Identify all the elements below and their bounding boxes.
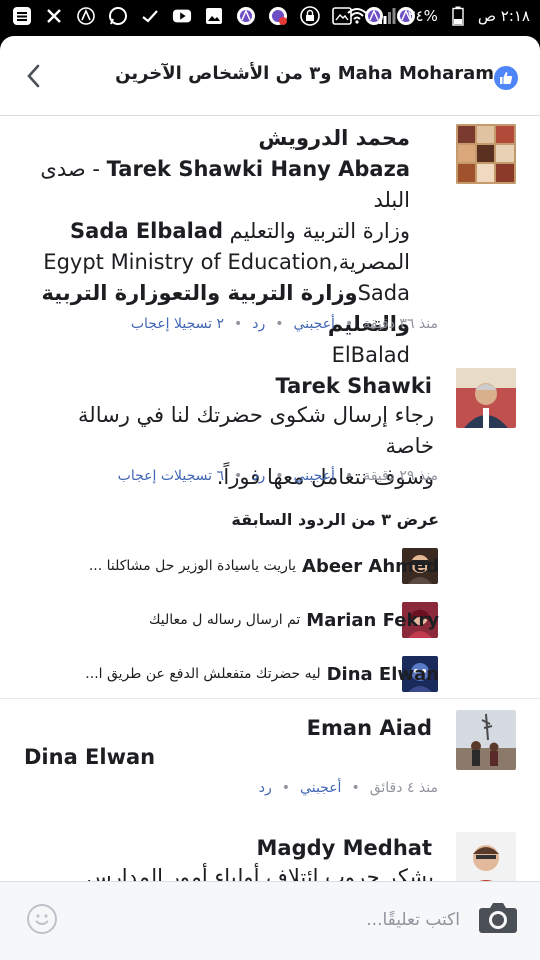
signal-bars-icon [377, 6, 397, 26]
check-icon [140, 6, 160, 26]
comment-composer [0, 881, 540, 960]
reply-item[interactable]: Abeer Ahmed ياريت ياسيادة الوزير حل مشاك… [89, 548, 439, 584]
comment-line: وزارة التربية والتعليم Sada Elbalad [70, 219, 410, 243]
reply-text: ليه حضرتك متفعلش الدفع عن طريق ا... [85, 666, 321, 682]
battery-icon [448, 6, 468, 26]
reactions-summary[interactable]: Maha Moharam و٣ من الأشخاص الآخرين [115, 63, 494, 84]
emoji-icon[interactable] [27, 904, 57, 934]
comment-author[interactable]: Magdy Medhat [257, 836, 432, 860]
mention-link[interactable]: Dina Elwan [24, 742, 434, 773]
system-icons: ٢:١٨ ص %٢٤ [347, 6, 530, 26]
comment-time: منذ ٤ دقائق [369, 780, 438, 796]
like-button[interactable]: أعجبني [300, 780, 341, 796]
comment-meta: منذ ٢٩ دقيقة • أعجبني • رد • ٦ تسجيلات إ… [118, 468, 438, 484]
reply-item[interactable]: Dina Elwan ليه حضرتك متفعلش الدفع عن طري… [85, 656, 439, 692]
avatar[interactable] [456, 710, 516, 770]
comment-body: Dina Elwan [24, 742, 434, 773]
reply-text: ياريت ياسيادة الوزير حل مشاكلنا ... [88, 558, 297, 574]
mention-link[interactable]: Sada Elbalad [70, 219, 223, 243]
like-count[interactable]: ٢ تسجيلا إعجاب [131, 316, 224, 332]
comment-time: منذ ٣٦ دقيقة [363, 316, 438, 332]
reply-author[interactable]: Marian Fekry [306, 610, 439, 631]
comment-author[interactable]: Eman Aiad [307, 716, 432, 740]
youtube-icon [172, 6, 192, 26]
mention-link[interactable]: Tarek Shawki Hany Abaza [107, 157, 410, 181]
comment-input[interactable] [80, 900, 460, 940]
comment-line: ElBalad [331, 343, 410, 367]
close-x-icon [44, 6, 64, 26]
comments-sheet: Maha Moharam و٣ من الأشخاص الآخرين محمد … [0, 36, 540, 960]
signal-app-icon [76, 6, 96, 26]
divider [0, 698, 540, 699]
comment-line: رجاء إرسال شكوى حضرتك لنا في رسالة خاصة [78, 403, 434, 458]
reply-text: تم ارسال رساله ل معاليك [148, 612, 301, 628]
separator-dot: • [344, 468, 354, 484]
like-count[interactable]: ٦ تسجيلات إعجاب [118, 468, 224, 484]
separator-dot: • [281, 780, 291, 796]
avatar[interactable] [456, 124, 516, 184]
like-button[interactable]: أعجبني [294, 316, 335, 332]
clock: ٢:١٨ ص [477, 7, 530, 25]
reply-author[interactable]: Dina Elwan [327, 664, 439, 685]
comment-time: منذ ٢٩ دقيقة [363, 468, 438, 484]
comment-meta: منذ ٤ دقائق • أعجبني • رد [259, 780, 438, 796]
separator-dot: • [234, 316, 243, 332]
comment-author[interactable]: Tarek Shawki [276, 374, 432, 398]
like-reaction-icon [494, 66, 518, 90]
reply-button[interactable]: رد [252, 468, 265, 484]
comment-line: المصرية,Egypt Ministry of Education [43, 250, 410, 274]
comment-line: Tarek Shawki Hany Abaza - صدى البلد [40, 157, 410, 212]
alert-app-icon [268, 6, 288, 26]
separator-dot: • [344, 316, 354, 332]
wifi-icon [347, 6, 368, 26]
comment-meta: منذ ٣٦ دقيقة • أعجبني • رد • ٢ تسجيلا إع… [131, 316, 438, 332]
whatsapp-icon [108, 6, 128, 26]
opera-icon [236, 6, 256, 26]
camera-icon[interactable] [478, 900, 518, 934]
reactions-header[interactable]: Maha Moharam و٣ من الأشخاص الآخرين [0, 36, 540, 116]
separator-dot: • [351, 780, 360, 796]
battery-percent: %٢٤ [407, 7, 438, 25]
status-bar: ٢:١٨ ص %٢٤ [0, 0, 540, 36]
separator-dot: • [275, 316, 284, 332]
lock-icon [300, 6, 320, 26]
comment-author[interactable]: محمد الدرويش [258, 126, 410, 150]
chevron-left-icon[interactable] [26, 64, 40, 92]
menu-icon [12, 6, 32, 26]
reply-button[interactable]: رد [259, 780, 272, 796]
gallery-icon [204, 6, 224, 26]
reply-button[interactable]: رد [252, 316, 265, 332]
view-previous-replies[interactable]: عرض ٣ من الردود السابقة [231, 510, 439, 529]
like-button[interactable]: أعجبني [294, 468, 335, 484]
avatar[interactable] [456, 368, 516, 428]
separator-dot: • [275, 468, 284, 484]
reply-author[interactable]: Abeer Ahmed [302, 556, 439, 577]
comment-body: Tarek Shawki Hany Abaza - صدى البلد وزار… [10, 154, 410, 371]
reply-item[interactable]: Marian Fekry تم ارسال رساله ل معاليك [149, 602, 439, 638]
separator-dot: • [234, 468, 243, 484]
